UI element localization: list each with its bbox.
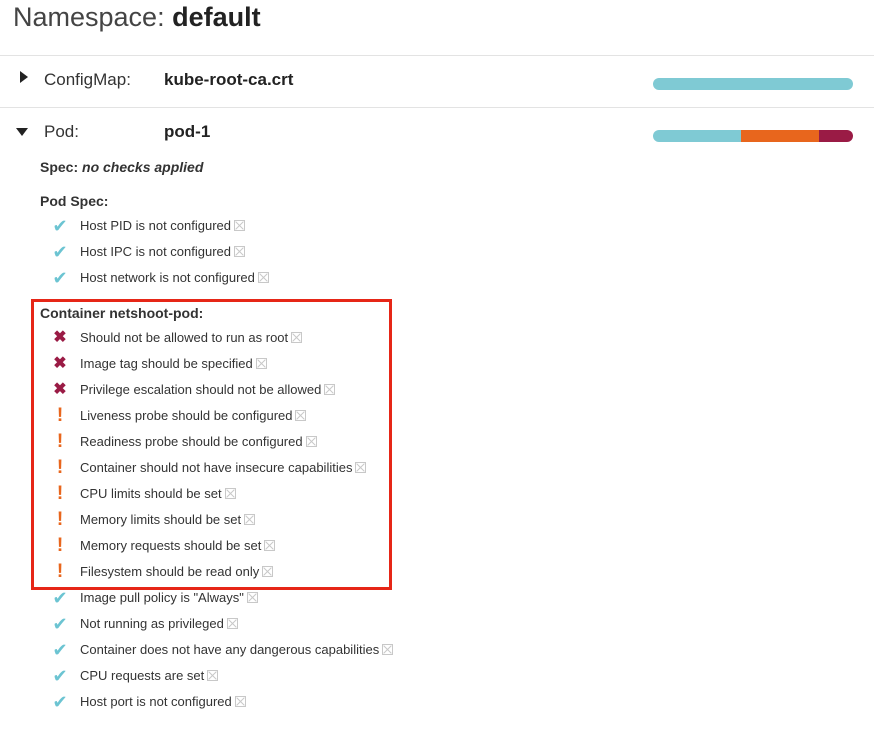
details-icon[interactable] [226,618,238,629]
resource-row-pod[interactable]: Pod: pod-1 [0,117,874,147]
checkmark-icon: ✔ [52,640,68,660]
check-item: ✔ Host network is not configured [50,267,550,289]
score-segment-danger [819,130,853,142]
check-message: Host network is not configured [80,270,269,285]
check-message: Image pull policy is "Always" [80,590,258,605]
score-segment-warning [741,130,819,142]
check-item: ✔ Image pull policy is "Always" [50,587,550,609]
check-message: CPU requests are set [80,668,219,683]
resource-name: pod-1 [164,122,211,141]
checkmark-icon: ✔ [52,614,68,634]
check-message: Host IPC is not configured [80,244,246,259]
check-item: ✔ Container does not have any dangerous c… [50,639,550,661]
namespace-value: default [172,2,261,32]
details-icon[interactable] [382,644,394,655]
checkmark-icon: ✔ [52,268,68,288]
details-icon[interactable] [257,272,269,283]
check-item: ✔ Not running as privileged [50,613,550,635]
resource-kind: ConfigMap: [44,70,131,89]
check-message: Host PID is not configured [80,218,246,233]
namespace-label: Namespace: [13,2,165,32]
check-item: ✔ Host IPC is not configured [50,241,550,263]
score-segment-pass [653,130,741,142]
page-title: Namespace: default [13,2,261,38]
pod-spec-heading: Pod Spec: [40,193,109,209]
score-bar [653,78,853,90]
caret-down-icon[interactable] [16,128,28,136]
check-item: ✔ CPU requests are set [50,665,550,687]
checkmark-icon: ✔ [52,588,68,608]
check-message: Host port is not configured [80,694,246,709]
resource-kind: Pod: [44,122,79,141]
caret-right-icon[interactable] [20,71,28,83]
checkmark-icon: ✔ [52,666,68,686]
details-icon[interactable] [234,220,246,231]
details-icon[interactable] [246,592,258,603]
spec-heading: Spec: no checks applied [40,159,204,175]
resource-name: kube-root-ca.crt [164,70,294,89]
check-message: Container does not have any dangerous ca… [80,642,394,657]
highlight-box [31,299,392,590]
score-bar [653,130,853,142]
checkmark-icon: ✔ [52,216,68,236]
checkmark-icon: ✔ [52,242,68,262]
details-icon[interactable] [234,246,246,257]
divider [0,55,874,56]
check-item: ✔ Host port is not configured [50,691,550,713]
check-item: ✔ Host PID is not configured [50,215,550,237]
details-icon[interactable] [207,670,219,681]
spec-note: no checks applied [82,159,204,175]
divider [0,107,874,108]
check-message: Not running as privileged [80,616,238,631]
checkmark-icon: ✔ [52,692,68,712]
score-segment-pass [653,78,853,90]
details-icon[interactable] [234,696,246,707]
resource-row-configmap[interactable]: ConfigMap: kube-root-ca.crt [0,65,874,95]
